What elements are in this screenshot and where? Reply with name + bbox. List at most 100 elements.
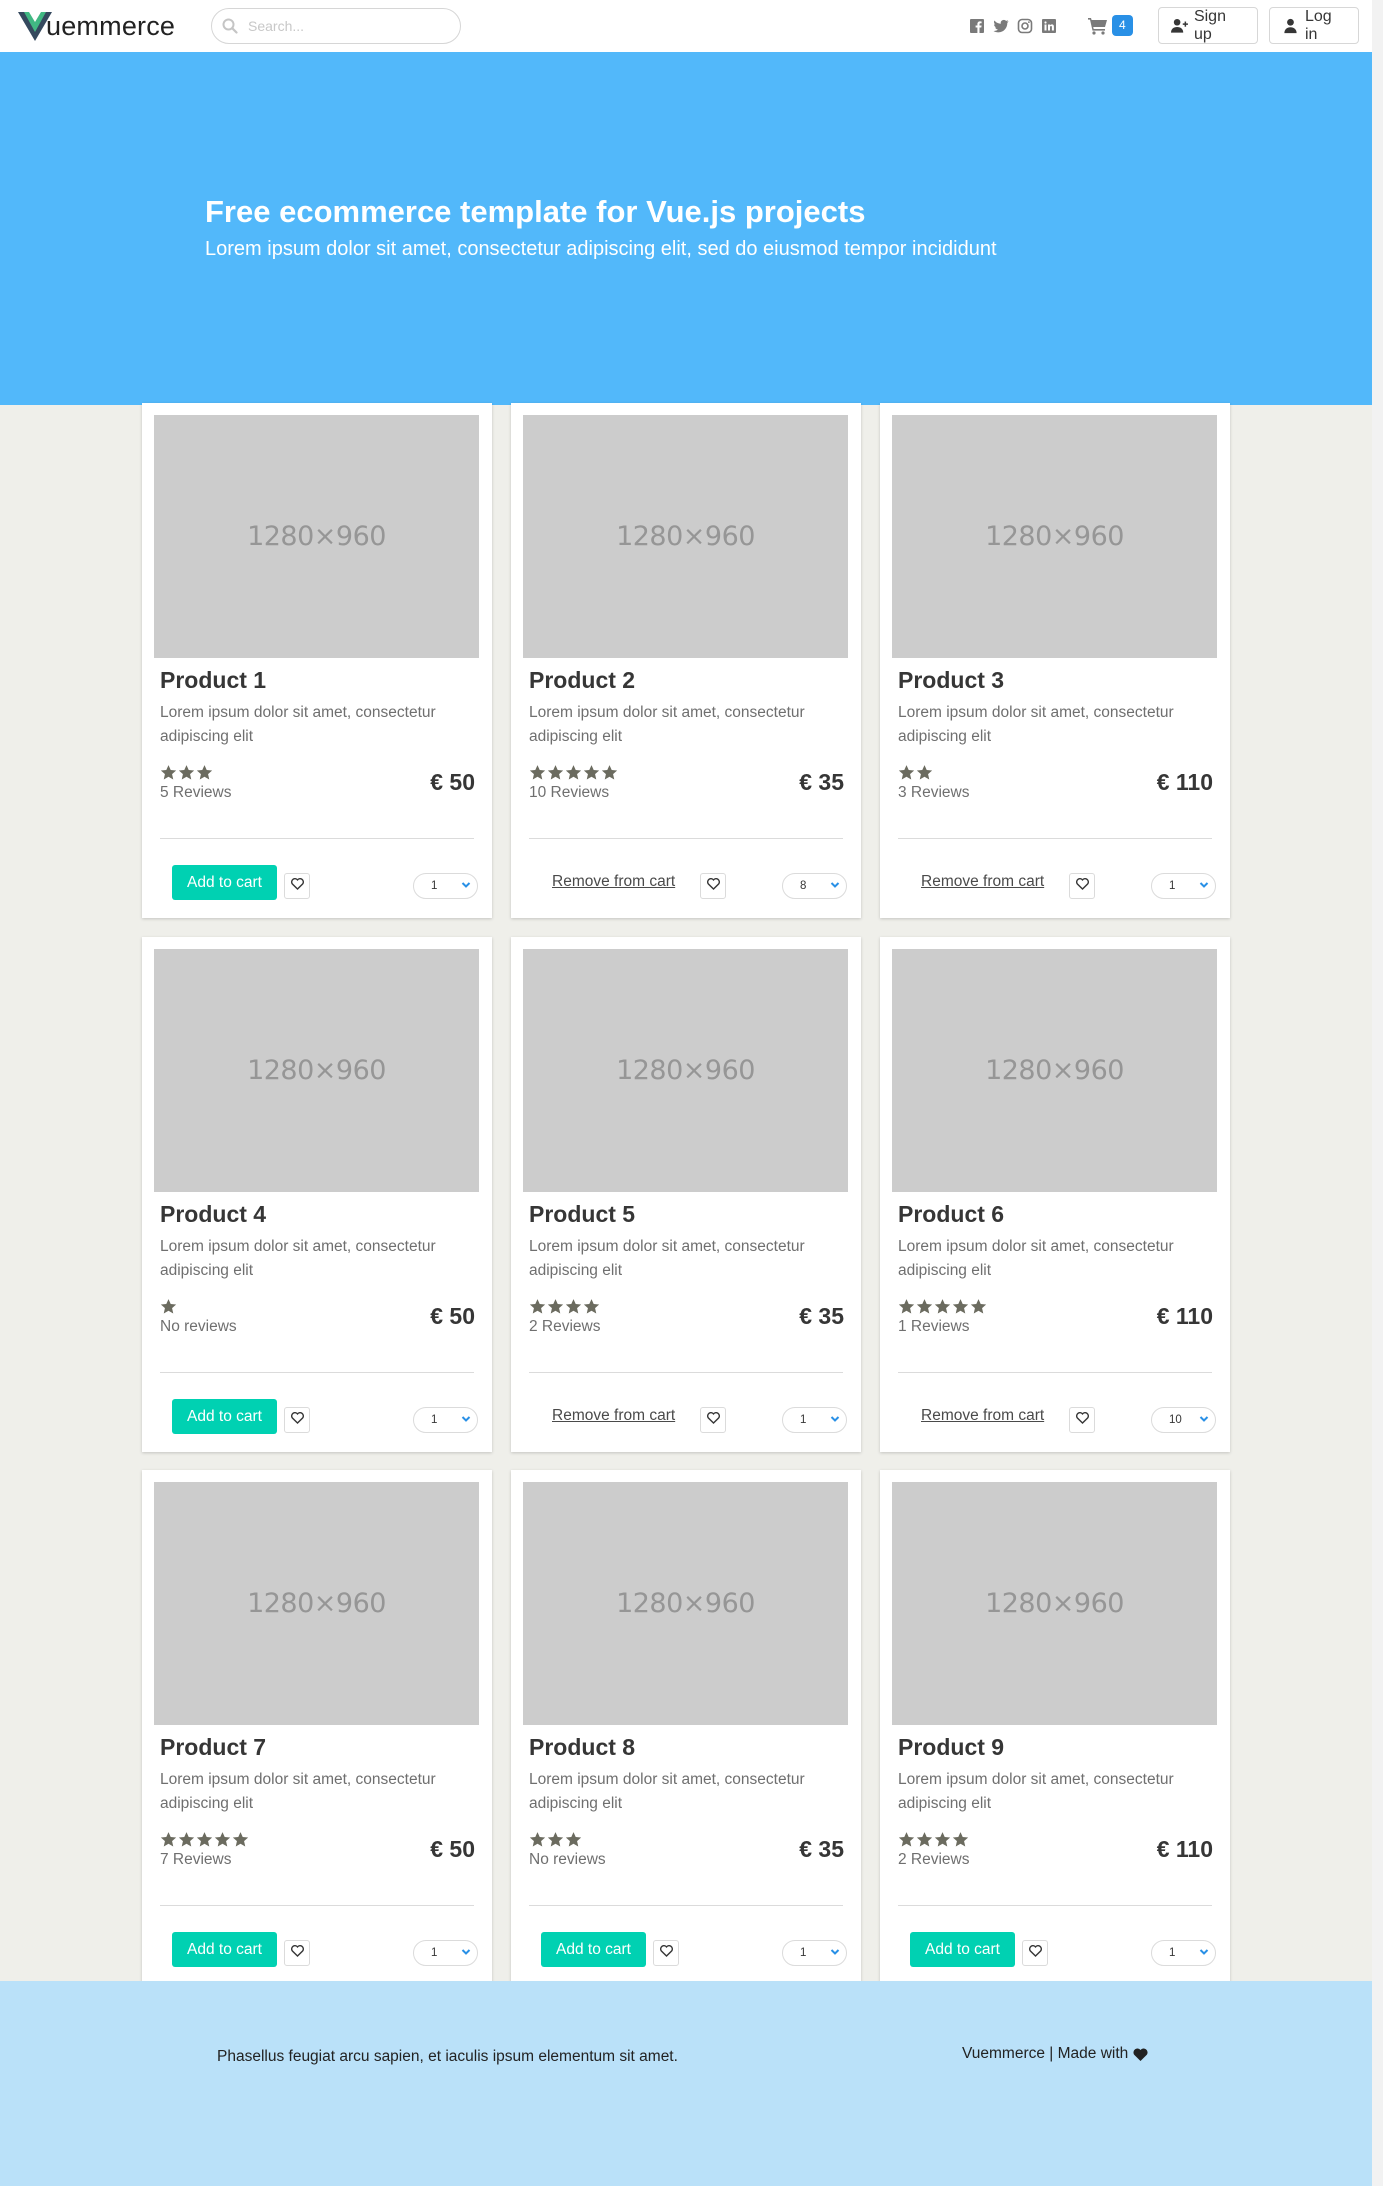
product-image-placeholder[interactable]: 1280×960 (154, 415, 479, 658)
heart-outline-icon (290, 1411, 304, 1429)
remove-from-cart-link[interactable]: Remove from cart (552, 1407, 675, 1425)
product-title[interactable]: Product 6 (898, 1201, 1004, 1228)
hero-banner: Free ecommerce template for Vue.js proje… (0, 52, 1372, 405)
card-divider (898, 1905, 1212, 1906)
remove-from-cart-link[interactable]: Remove from cart (921, 1407, 1044, 1425)
remove-from-cart-link[interactable]: Remove from cart (552, 873, 675, 891)
instagram-icon[interactable] (1017, 18, 1033, 34)
favourite-button[interactable] (653, 1940, 679, 1966)
favourite-button[interactable] (284, 1940, 310, 1966)
quantity-value: 1 (431, 880, 438, 892)
cart-button[interactable]: 4 (1088, 15, 1133, 36)
facebook-icon[interactable] (969, 18, 985, 34)
search-box[interactable] (211, 8, 461, 44)
quantity-select[interactable]: 1 (413, 873, 478, 899)
favourite-button[interactable] (700, 1407, 726, 1433)
product-image-placeholder[interactable]: 1280×960 (892, 1482, 1217, 1725)
add-to-cart-button[interactable]: Add to cart (910, 1932, 1015, 1967)
star-icon (898, 1298, 915, 1320)
product-image-placeholder[interactable]: 1280×960 (523, 415, 848, 658)
product-price: € 35 (799, 769, 844, 795)
heart-outline-icon (659, 1944, 673, 1962)
star-icon (529, 1298, 546, 1320)
quantity-select[interactable]: 1 (413, 1940, 478, 1966)
card-divider (160, 1905, 474, 1906)
star-icon (178, 1831, 195, 1853)
product-card: 1280×960 Product 3 Lorem ipsum dolor sit a… (880, 403, 1230, 918)
linkedin-icon[interactable] (1041, 18, 1057, 34)
quantity-value: 1 (431, 1414, 438, 1426)
star-icon (196, 1831, 213, 1853)
quantity-value: 1 (1169, 1947, 1176, 1959)
product-title[interactable]: Product 3 (898, 667, 1004, 694)
favourite-button[interactable] (1022, 1940, 1048, 1966)
star-icon (952, 1831, 969, 1853)
favourite-button[interactable] (1069, 873, 1095, 899)
chevron-down-icon (1195, 880, 1209, 892)
star-icon (565, 1831, 582, 1853)
star-icon (601, 764, 618, 786)
add-to-cart-button[interactable]: Add to cart (172, 1932, 277, 1967)
quantity-select[interactable]: 10 (1151, 1407, 1216, 1433)
chevron-down-icon (1195, 1414, 1209, 1426)
favourite-button[interactable] (700, 873, 726, 899)
product-description: Lorem ipsum dolor sit amet, consectetur … (529, 1238, 805, 1279)
heart-outline-icon (1028, 1944, 1042, 1962)
star-icon (529, 1831, 546, 1853)
favourite-button[interactable] (284, 873, 310, 899)
product-image-placeholder[interactable]: 1280×960 (154, 949, 479, 1192)
quantity-value: 1 (1169, 880, 1176, 892)
quantity-value: 1 (800, 1947, 807, 1959)
card-divider (529, 838, 843, 839)
product-price: € 110 (1156, 1836, 1213, 1862)
quantity-select[interactable]: 1 (1151, 1940, 1216, 1966)
favourite-button[interactable] (284, 1407, 310, 1433)
scrollbar-track[interactable] (1372, 0, 1383, 2186)
product-image-placeholder[interactable]: 1280×960 (892, 415, 1217, 658)
signup-button[interactable]: Sign up (1158, 7, 1258, 44)
add-to-cart-button[interactable]: Add to cart (172, 1399, 277, 1434)
product-title[interactable]: Product 5 (529, 1201, 635, 1228)
brand-logo[interactable]: uemmerce (18, 10, 175, 42)
product-title[interactable]: Product 7 (160, 1734, 266, 1761)
star-icon (916, 1831, 933, 1853)
footer-text: Phasellus feugiat arcu sapien, et iaculi… (217, 2048, 678, 2065)
remove-from-cart-link[interactable]: Remove from cart (921, 873, 1044, 891)
add-to-cart-button[interactable]: Add to cart (172, 865, 277, 900)
product-image-placeholder[interactable]: 1280×960 (892, 949, 1217, 1192)
shopping-cart-icon (1088, 17, 1107, 35)
quantity-select[interactable]: 8 (782, 873, 847, 899)
product-title[interactable]: Product 1 (160, 667, 266, 694)
product-title[interactable]: Product 2 (529, 667, 635, 694)
product-image-placeholder[interactable]: 1280×960 (154, 1482, 479, 1725)
brand-name: uemmerce (46, 10, 176, 41)
product-image-placeholder[interactable]: 1280×960 (523, 949, 848, 1192)
product-title[interactable]: Product 8 (529, 1734, 635, 1761)
twitter-icon[interactable] (993, 18, 1009, 34)
quantity-select[interactable]: 1 (1151, 873, 1216, 899)
quantity-select[interactable]: 1 (782, 1407, 847, 1433)
product-price: € 50 (430, 1303, 475, 1329)
footer: Phasellus feugiat arcu sapien, et iaculi… (0, 1981, 1372, 2186)
product-image-placeholder[interactable]: 1280×960 (523, 1482, 848, 1725)
heart-outline-icon (290, 877, 304, 895)
heart-outline-icon (706, 877, 720, 895)
add-to-cart-button[interactable]: Add to cart (541, 1932, 646, 1967)
product-title[interactable]: Product 4 (160, 1201, 266, 1228)
login-button[interactable]: Log in (1269, 7, 1359, 44)
star-icon (547, 1831, 564, 1853)
heart-outline-icon (290, 1944, 304, 1962)
product-rating (160, 1831, 249, 1853)
star-icon (160, 1298, 177, 1320)
chevron-down-icon (1195, 1947, 1209, 1959)
star-icon (970, 1298, 987, 1320)
star-icon (160, 764, 177, 786)
quantity-select[interactable]: 1 (413, 1407, 478, 1433)
product-card: 1280×960 Product 9 Lorem ipsum dolor sit a… (880, 1470, 1230, 1985)
quantity-select[interactable]: 1 (782, 1940, 847, 1966)
product-reviews-count: 7 Reviews (160, 1851, 232, 1868)
favourite-button[interactable] (1069, 1407, 1095, 1433)
product-title[interactable]: Product 9 (898, 1734, 1004, 1761)
product-description: Lorem ipsum dolor sit amet, consectetur … (529, 704, 805, 745)
search-input[interactable] (248, 18, 448, 34)
